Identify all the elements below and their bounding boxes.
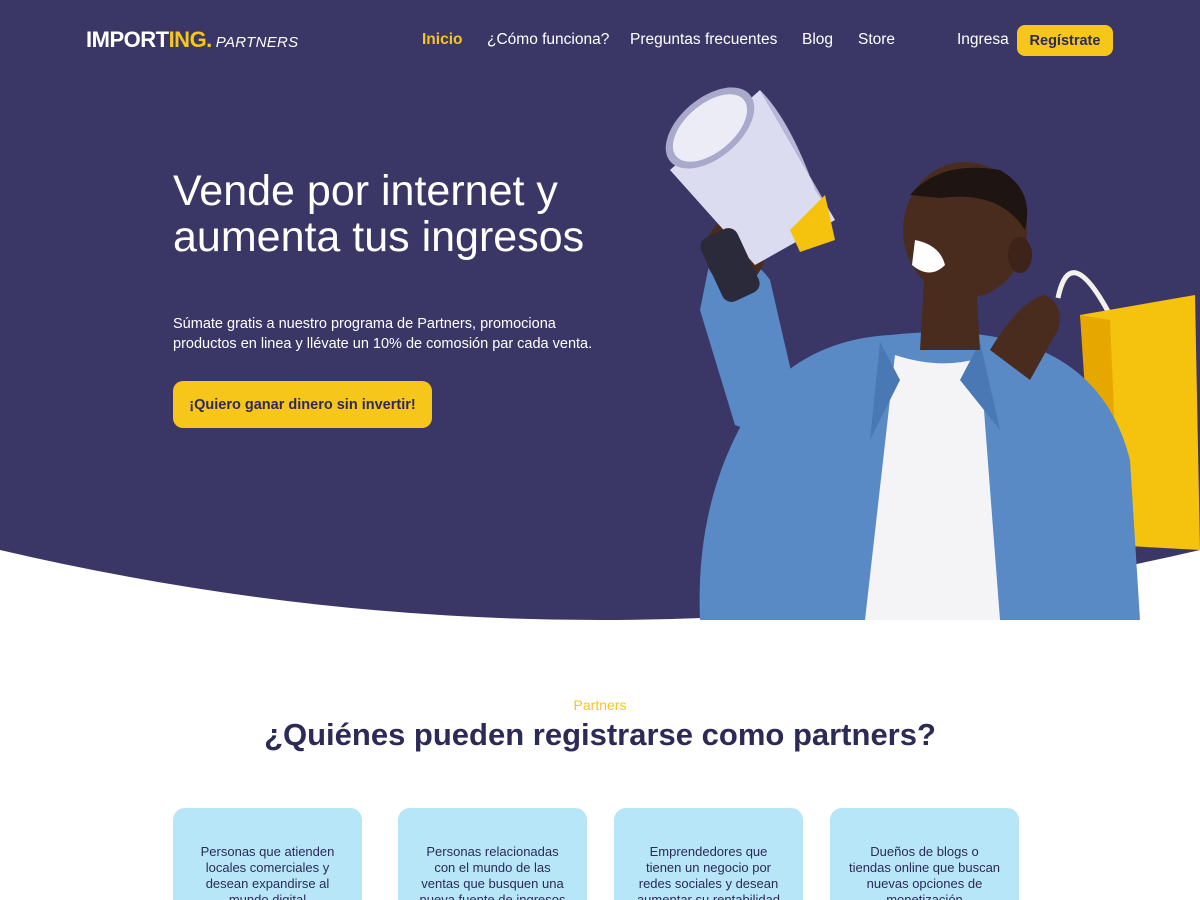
cta-button[interactable]: ¡Quiero ganar dinero sin invertir! xyxy=(173,381,432,428)
partner-card-text: Personas que atienden locales comerciale… xyxy=(200,844,335,900)
partner-card-text: Emprendedores que tienen un negocio por … xyxy=(636,844,781,900)
partner-card-entrepreneurs: Emprendedores que tienen un negocio por … xyxy=(614,808,803,900)
hero-description-line-2: productos en linea y llévate un 10% de c… xyxy=(173,336,593,352)
section-title: ¿Quiénes pueden registrarse como partner… xyxy=(264,717,936,752)
nav-item-inicio[interactable]: Inicio xyxy=(422,31,462,49)
hero-description-line-1: Súmate gratis a nuestro programa de Part… xyxy=(173,316,556,332)
partner-card-local-business: Personas que atienden locales comerciale… xyxy=(173,808,362,900)
hero-title-line-1: Vende por internet y xyxy=(173,167,558,215)
section-eyebrow: Partners xyxy=(573,697,627,713)
partner-card-text: Personas relacionadas con el mundo de la… xyxy=(419,844,566,900)
nav-item-preguntas-frecuentes[interactable]: Preguntas frecuentes xyxy=(630,31,777,49)
partner-card-blog-owners: Dueños de blogs o tiendas online que bus… xyxy=(830,808,1019,900)
nav-item-store[interactable]: Store xyxy=(858,31,895,49)
login-link[interactable]: Ingresa xyxy=(957,31,1009,49)
hero-image xyxy=(640,80,1200,620)
hero-title-line-2: aumenta tus ingresos xyxy=(173,213,585,261)
hero-description: Súmate gratis a nuestro programa de Part… xyxy=(173,314,613,354)
partner-card-sales: Personas relacionadas con el mundo de la… xyxy=(398,808,587,900)
nav-item-blog[interactable]: Blog xyxy=(802,31,833,49)
nav-item-como-funciona[interactable]: ¿Cómo funciona? xyxy=(487,31,609,49)
megaphone-icon xyxy=(665,87,835,302)
register-button[interactable]: Regístrate xyxy=(1017,25,1113,56)
landing-page: IMPORT ING. PARTNERS Inicio ¿Cómo funciona… xyxy=(0,0,1200,900)
partner-card-text: Dueños de blogs o tiendas online que bus… xyxy=(848,844,1001,900)
hero-title: Vende por internet y aumenta tus ingreso… xyxy=(173,168,653,260)
